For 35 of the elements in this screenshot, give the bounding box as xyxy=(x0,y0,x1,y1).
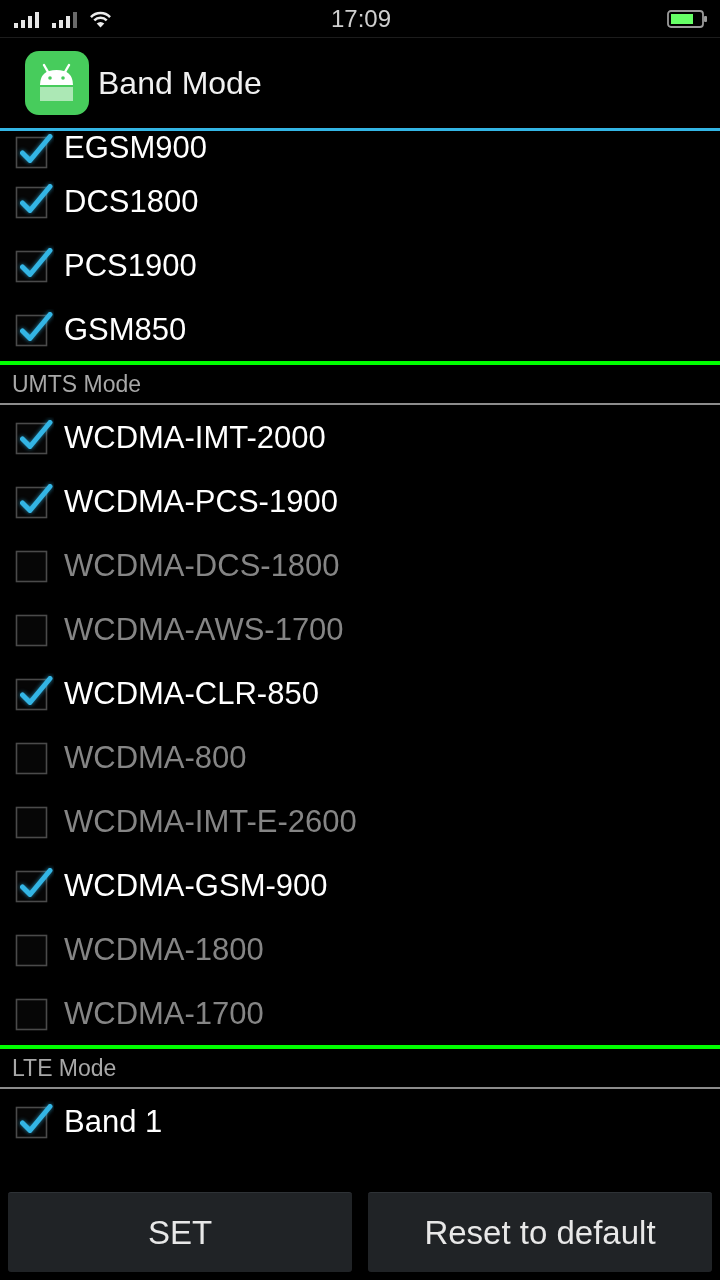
band-label: PCS1900 xyxy=(64,249,197,281)
band-label: WCDMA-1700 xyxy=(64,997,264,1029)
reset-button[interactable]: Reset to default xyxy=(368,1192,712,1272)
app-icon xyxy=(25,51,89,115)
band-label: WCDMA-GSM-900 xyxy=(64,869,328,901)
band-label: GSM850 xyxy=(64,313,187,345)
checkbox[interactable] xyxy=(14,481,54,521)
battery-icon xyxy=(667,9,708,28)
checkbox[interactable] xyxy=(14,1101,54,1141)
checkbox[interactable] xyxy=(14,417,54,457)
band-label: WCDMA-IMT-2000 xyxy=(64,421,326,453)
band-label: Band 1 xyxy=(64,1105,163,1137)
band-label: WCDMA-1800 xyxy=(64,933,264,965)
band-label: EGSM900 xyxy=(64,131,207,163)
checkbox[interactable] xyxy=(14,865,54,905)
status-time: 17:09 xyxy=(330,4,392,33)
checkbox[interactable] xyxy=(14,245,54,285)
section-title: UMTS Mode xyxy=(12,370,142,398)
band-label: WCDMA-PCS-1900 xyxy=(64,485,338,517)
checkbox[interactable] xyxy=(14,673,54,713)
checkbox[interactable] xyxy=(14,131,54,171)
band-label: WCDMA-DCS-1800 xyxy=(64,549,340,581)
wifi-icon xyxy=(90,11,111,28)
set-button[interactable]: SET xyxy=(8,1192,352,1272)
signal-icon xyxy=(52,11,78,28)
signal-icon xyxy=(14,11,40,28)
checkbox[interactable] xyxy=(14,309,54,349)
checkbox[interactable] xyxy=(14,181,54,221)
band-label: WCDMA-AWS-1700 xyxy=(64,613,344,645)
section-title: LTE Mode xyxy=(12,1054,117,1082)
app-title: Band Mode xyxy=(98,64,262,102)
band-label: WCDMA-800 xyxy=(64,741,247,773)
band-label: WCDMA-IMT-E-2600 xyxy=(64,805,357,837)
band-label: WCDMA-CLR-850 xyxy=(64,677,319,709)
band-label: DCS1800 xyxy=(64,185,199,217)
